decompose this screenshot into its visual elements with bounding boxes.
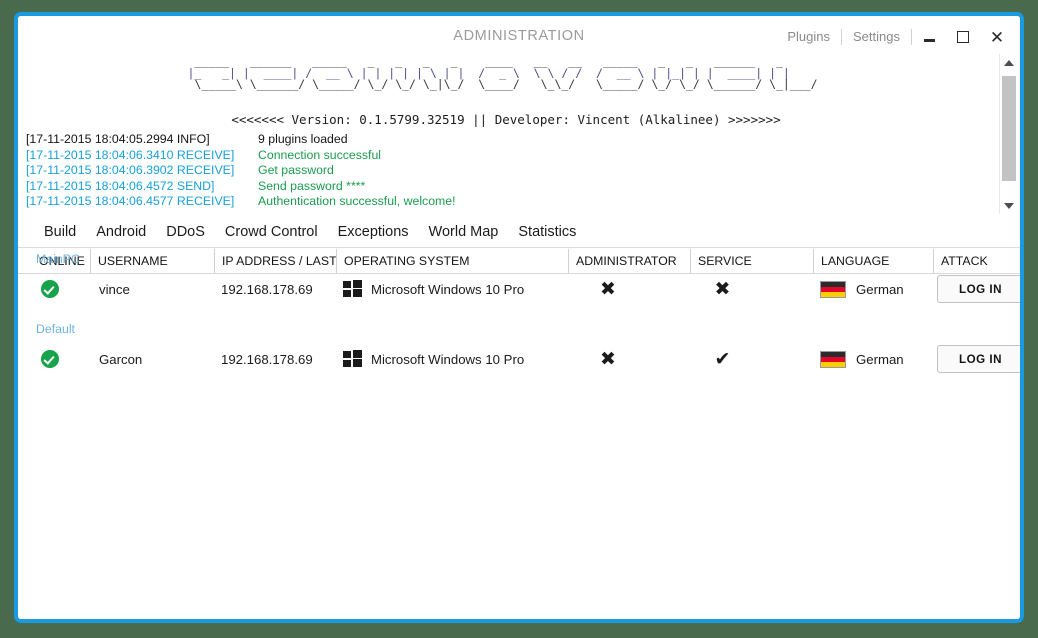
log-message: Authentication successful, welcome! [258,194,456,208]
close-icon: ✕ [989,27,1005,47]
language-content: German [820,280,904,298]
cell-ip-text: 192.168.178.69 [221,281,313,297]
cell-service: ✖ [690,267,813,311]
log-entry: [17-11-2015 18:04:06.4577 RECEIVE] Authen… [26,194,994,210]
log-timestamp: [17-11-2015 18:04:06.4577 RECEIVE] [26,194,235,208]
ascii-line-3: \_____\ \______/ \_____/ \_/ \_/ \_|\_/ … [187,77,825,91]
windows-logo-icon [343,350,362,368]
version-line: <<<<<<< Version: 0.1.5799.32519 || Devel… [231,112,781,127]
group-label[interactable]: MainPC [36,251,80,267]
online-check-icon [41,350,59,368]
tab-statistics[interactable]: Statistics [508,221,586,243]
table-row[interactable]: vince 192.168.178.69 Microsoft Windows 10 … [18,267,1020,311]
check-icon: ✔ [714,347,731,370]
cell-operating-system: Microsoft Windows 10 Pro [336,337,568,381]
log-message: Connection successful [258,147,382,162]
title-bar: ADMINISTRATION Plugins Settings ✕ [18,16,1020,50]
cell-language: German [813,337,933,381]
clients-grid: ONLINE USERNAME IP ADDRESS / LAST S OPERATI… [18,249,1020,619]
maximize-button[interactable] [946,27,980,47]
log-entry: [17-11-2015 18:04:05.2994 INFO] 9 plugins… [26,132,994,148]
cell-username-text: vince [99,281,130,297]
log-timestamp: [17-11-2015 18:04:06.3902 RECEIVE] [26,163,235,177]
online-check-icon [41,280,59,298]
minimize-button[interactable] [912,27,946,47]
tab-android[interactable]: Android [86,221,156,243]
chevron-down-icon [1004,202,1014,209]
tab-bar: Build Android DDoS Crowd Control Exceptions W… [18,216,1020,248]
cell-ip-address: 192.168.178.69 [214,337,336,381]
scroll-up-button[interactable] [1000,54,1018,71]
cross-icon: ✖ [600,277,616,300]
log-entry: [17-11-2015 18:04:06.3410 RECEIVE] Connec… [26,148,994,164]
cell-ip-text: 192.168.178.69 [221,351,313,367]
cell-ip-address: 192.168.178.69 [214,267,336,311]
cell-os-text: Microsoft Windows 10 Pro [371,351,525,367]
cell-language-text: German [856,351,904,367]
tab-exceptions[interactable]: Exceptions [328,221,419,243]
group-label[interactable]: Default [36,321,75,337]
tab-build[interactable]: Build [34,221,86,243]
cell-username: vince [90,267,214,311]
log-message: Send password **** [258,178,366,193]
german-flag-icon [820,280,846,298]
application-window: ADMINISTRATION Plugins Settings ✕ _____ … [14,12,1024,623]
log-timestamp: [17-11-2015 18:04:05.2994 INFO] [26,132,210,146]
log-timestamp: [17-11-2015 18:04:06.3410 RECEIVE] [26,147,235,162]
cross-icon: ✖ [600,347,616,370]
ascii-art-logo: _____ ______ _____ _ _ _ _ ____ __ __ __… [18,55,994,91]
cell-username: Garcon [90,337,214,381]
title-bar-controls: Plugins Settings ✕ [776,26,1014,48]
cell-service: ✔ [690,337,813,381]
close-button[interactable]: ✕ [980,27,1014,47]
log-entry: [17-11-2015 18:04:06.4572 SEND] Send pass… [26,179,994,195]
log-message: Get password [258,163,334,177]
cell-username-text: Garcon [99,351,143,367]
table-row[interactable]: Garcon 192.168.178.69 Microsoft Windows 10… [18,337,1020,381]
settings-button[interactable]: Settings [842,28,911,46]
cell-administrator: ✖ [568,267,690,311]
maximize-icon [957,31,969,43]
scrollbar-thumb[interactable] [1002,76,1016,181]
cell-os-text: Microsoft Windows 10 Pro [371,281,525,297]
cell-language: German [813,267,933,311]
os-content: Microsoft Windows 10 Pro [343,280,524,298]
tab-crowd-control[interactable]: Crowd Control [215,221,328,243]
tab-ddos[interactable]: DDoS [156,221,215,243]
cell-administrator: ✖ [568,337,690,381]
log-in-button[interactable]: LOG IN [936,275,1020,303]
log-message: 9 plugins loaded [258,132,348,146]
minimize-icon [923,38,935,42]
log-scrollbar[interactable] [999,54,1018,214]
cell-attack: LOG IN [933,337,1020,381]
log-timestamp: [17-11-2015 18:04:06.4572 SEND] [26,178,215,193]
cell-language-text: German [856,281,904,297]
cell-online [32,337,90,381]
log-entry: [17-11-2015 18:04:06.3902 RECEIVE] Get pa… [26,163,994,179]
log-in-button[interactable]: LOG IN [936,345,1020,373]
cross-icon: ✖ [714,277,731,300]
cell-attack: LOG IN [933,267,1020,311]
cell-online [32,267,90,311]
plugins-button[interactable]: Plugins [776,28,841,46]
windows-logo-icon [343,280,362,298]
log-output: [17-11-2015 18:04:05.2994 INFO] 9 plugins… [26,132,994,212]
window-client-area: ADMINISTRATION Plugins Settings ✕ _____ … [18,16,1020,619]
scroll-down-button[interactable] [1000,197,1018,214]
german-flag-icon [820,350,846,368]
chevron-up-icon [1004,59,1014,66]
cell-operating-system: Microsoft Windows 10 Pro [336,267,568,311]
language-content: German [820,350,904,368]
os-content: Microsoft Windows 10 Pro [343,350,524,368]
tab-world-map[interactable]: World Map [419,221,509,243]
